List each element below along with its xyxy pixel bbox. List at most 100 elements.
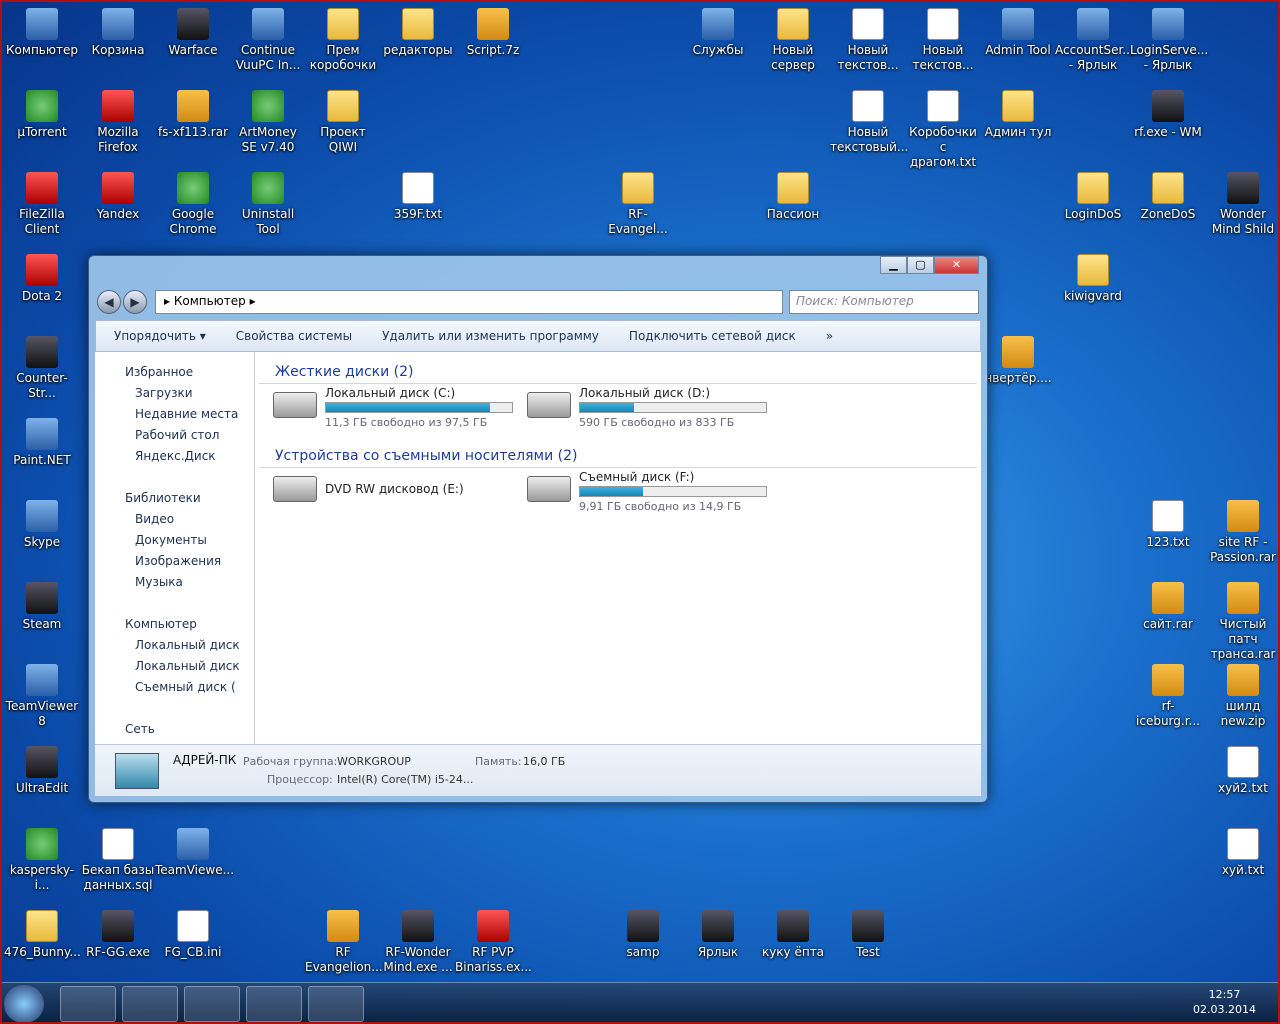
desktop-icon[interactable]: rf.exe - WM [1130,90,1206,140]
maximize-button[interactable]: ▢ [907,256,934,274]
nav-item[interactable]: Съемный диск ( [95,677,254,698]
desktop-icon[interactable]: Прем коробочки [305,8,381,73]
desktop-icon[interactable]: fs-xf113.rar [155,90,231,140]
desktop-icon[interactable]: RF-Evangel... [600,172,676,237]
skype-task-button[interactable] [184,986,240,1022]
desktop-icon[interactable]: AccountSer... - Ярлык [1055,8,1134,73]
desktop-icon[interactable]: LoginServe... - Ярлык [1130,8,1208,73]
drive-item[interactable]: Локальный диск (C:) 11,3 ГБ свободно из 9… [273,386,513,429]
desktop-icon[interactable]: 476_Bunny... [4,910,81,960]
desktop-icon[interactable]: site RF - Passion.rar [1205,500,1280,565]
desktop-icon[interactable]: RF-GG.exe [80,910,156,960]
yandex-task-button[interactable] [246,986,302,1022]
back-button[interactable]: ◀ [97,290,121,314]
toolbar-button[interactable]: » [826,329,833,343]
desktop-icon[interactable]: FG_CB.ini [155,910,231,960]
desktop-icon[interactable]: куку ёпта [755,910,831,960]
explorer-task-button[interactable] [60,986,116,1022]
minimize-button[interactable]: ▁ [880,256,907,274]
desktop-icon[interactable]: нвертёр.... [980,336,1056,386]
toolbar-button[interactable]: Упорядочить ▾ [114,329,206,343]
desktop-icon[interactable]: хуй2.txt [1205,746,1280,796]
close-button[interactable]: ✕ [934,256,979,274]
desktop-icon[interactable]: сайт.rar [1130,582,1206,632]
search-input[interactable]: Поиск: Компьютер [789,290,979,314]
drive-item[interactable]: Локальный диск (D:) 590 ГБ свободно из 83… [527,386,767,429]
desktop-icon[interactable]: Uninstall Tool [230,172,306,237]
desktop-icon[interactable]: Новый сервер [755,8,831,73]
nav-item[interactable]: Локальный диск [95,656,254,677]
desktop-icon[interactable]: µTorrent [4,90,80,140]
desktop-icon[interactable]: RF PVP Binariss.ex... [455,910,532,975]
nav-item[interactable]: Музыка [95,572,254,593]
desktop-icon[interactable]: 123.txt [1130,500,1206,550]
desktop-icon[interactable]: TeamViewer 8 [4,664,80,729]
desktop-icon[interactable]: kaspersky-i... [4,828,80,893]
nav-item[interactable]: Недавние места [95,404,254,425]
nav-item[interactable]: Библиотеки [95,488,254,509]
desktop-icon[interactable]: Новый текстов... [830,8,906,73]
desktop-icon[interactable]: Admin Tool [980,8,1056,58]
desktop-icon[interactable]: TeamViewe... [155,828,234,878]
toolbar-button[interactable]: Подключить сетевой диск [629,329,796,343]
nav-item[interactable]: Компьютер [95,614,254,635]
desktop-icon[interactable]: Wonder Mind Shild [1205,172,1280,237]
nav-item[interactable]: Сеть [95,719,254,740]
desktop-icon[interactable]: Чистый патч транса.rar [1205,582,1280,662]
desktop-icon[interactable]: FileZilla Client [4,172,80,237]
toolbar-button[interactable]: Свойства системы [236,329,352,343]
desktop-icon[interactable]: Новый текстов... [905,8,981,73]
nav-item[interactable]: Загрузки [95,383,254,404]
desktop-icon[interactable]: RF-Wonder Mind.exe ... [380,910,456,975]
nav-item[interactable]: Локальный диск [95,635,254,656]
drive-item[interactable]: Съемный диск (F:) 9,91 ГБ свободно из 14,… [527,470,767,513]
desktop-icon[interactable]: RF Evangelion... [305,910,383,975]
group-removable[interactable]: Устройства со съемными носителями (2) [259,444,977,468]
desktop-icon[interactable]: kiwigvard [1055,254,1131,304]
desktop-icon[interactable]: Script.7z [455,8,531,58]
desktop-icon[interactable]: Бекап базы данных.sql [80,828,156,893]
desktop-icon[interactable]: samp [605,910,681,960]
desktop-icon[interactable]: Компьютер [4,8,80,58]
forward-button[interactable]: ▶ [123,290,147,314]
address-bar[interactable]: ▸ Компьютер ▸ [155,290,783,314]
clock[interactable]: 12:57 02.03.2014 [1193,987,1256,1017]
desktop-icon[interactable]: Yandex [80,172,156,222]
desktop-icon[interactable]: Skype [4,500,80,550]
desktop-icon[interactable]: Корзина [80,8,156,58]
desktop-icon[interactable]: Google Chrome [155,172,231,237]
desktop-icon[interactable]: ZoneDoS [1130,172,1206,222]
desktop-icon[interactable]: Dota 2 [4,254,80,304]
desktop-icon[interactable]: 359F.txt [380,172,456,222]
explorer-window[interactable]: ▁ ▢ ✕ ◀ ▶ ▸ Компьютер ▸ Поиск: Компьютер … [88,255,988,803]
drive-item[interactable]: DVD RW дисковод (E:) [273,470,513,510]
toolbar-button[interactable]: Удалить или изменить программу [382,329,599,343]
nav-item[interactable]: Документы [95,530,254,551]
nav-item[interactable]: Избранное [95,362,254,383]
nav-item[interactable]: Видео [95,509,254,530]
nav-item[interactable]: Яндекс.Диск [95,446,254,467]
group-hard-drives[interactable]: Жесткие диски (2) [259,360,977,384]
desktop-icon[interactable]: Новый текстовый... [830,90,908,155]
desktop-icon[interactable]: Админ тул [980,90,1056,140]
desktop-icon[interactable]: Mozilla Firefox [80,90,156,155]
desktop-icon[interactable]: LoginDoS [1055,172,1131,222]
desktop-icon[interactable]: rf-iceburg.r... [1130,664,1206,729]
computer-task-button[interactable] [308,986,364,1022]
desktop-icon[interactable]: Службы [680,8,756,58]
desktop-icon[interactable]: Test [830,910,906,960]
nav-item[interactable]: Рабочий стол [95,425,254,446]
desktop-icon[interactable]: Steam [4,582,80,632]
desktop-icon[interactable]: Counter-Str... [4,336,80,401]
desktop-icon[interactable]: шилд new.zip [1205,664,1280,729]
desktop-icon[interactable]: хуй.txt [1205,828,1280,878]
start-button[interactable] [4,985,44,1023]
nav-item[interactable]: Изображения [95,551,254,572]
desktop-icon[interactable]: Пассион [755,172,831,222]
desktop-icon[interactable]: редакторы [380,8,456,58]
desktop-icon[interactable]: ArtMoney SE v7.40 [230,90,306,155]
desktop-icon[interactable]: Warface [155,8,231,58]
desktop-icon[interactable]: Проект QIWI [305,90,381,155]
firefox-task-button[interactable] [122,986,178,1022]
desktop-icon[interactable]: UltraEdit [4,746,80,796]
